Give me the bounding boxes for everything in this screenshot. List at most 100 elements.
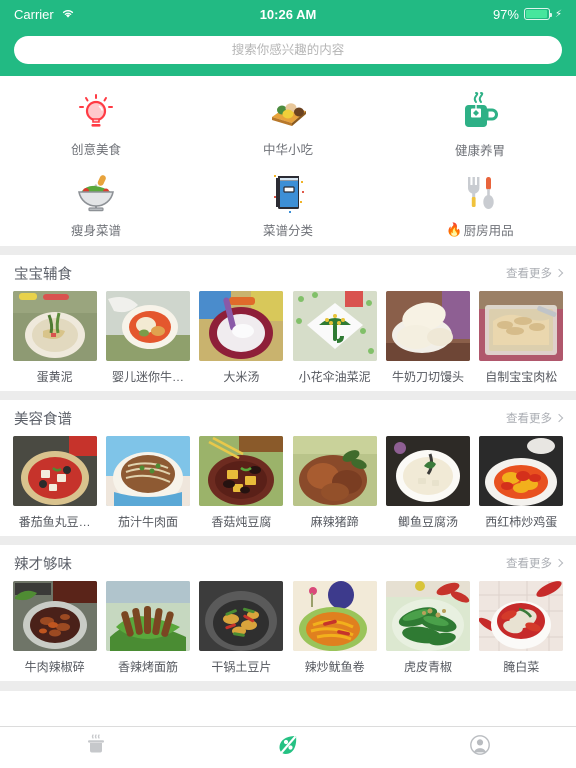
recipe-thumbnail xyxy=(385,291,470,361)
category-creative-food[interactable]: 创意美食 xyxy=(0,82,192,162)
tea-mug-icon xyxy=(460,92,500,134)
recipe-thumbnail xyxy=(292,291,377,361)
recipe-card[interactable]: 牛奶刀切馒头 xyxy=(381,291,474,385)
recipe-thumbnail xyxy=(12,436,97,506)
recipe-thumbnail xyxy=(385,581,470,651)
recipe-card[interactable]: 蛋黄泥 xyxy=(8,291,101,385)
section-header-beauty-recipes: 美容食谱 查看更多 xyxy=(0,400,576,436)
main-content: 创意美食 中华小吃 健康养胃 瘦身菜谱 菜谱分类 🔥 厨房用品 宝宝辅食 查看更… xyxy=(0,76,576,754)
status-bar-time: 10:26 AM xyxy=(259,6,317,22)
dumpling-plate-icon xyxy=(266,92,310,133)
recipe-thumbnail xyxy=(105,436,190,506)
wifi-icon xyxy=(61,7,75,22)
category-label-text: 厨房用品 xyxy=(463,224,514,238)
category-grid: 创意美食 中华小吃 健康养胃 瘦身菜谱 菜谱分类 🔥 厨房用品 xyxy=(0,76,576,246)
category-label: 🔥 厨房用品 xyxy=(446,220,513,239)
recipe-card[interactable]: 自制宝宝肉松 xyxy=(475,291,568,385)
recipe-card[interactable]: 茄汁牛肉面 xyxy=(101,436,194,530)
recipe-thumbnail xyxy=(292,581,377,651)
battery-percent-label: 97% xyxy=(492,6,519,22)
lightbulb-icon xyxy=(77,92,115,133)
category-diet-recipes[interactable]: 瘦身菜谱 xyxy=(0,162,192,242)
recipe-label: 大米汤 xyxy=(223,370,260,384)
view-more-button[interactable]: 查看更多 xyxy=(506,410,564,426)
search-input[interactable] xyxy=(14,43,562,57)
recipe-card[interactable]: 干锅土豆片 xyxy=(195,581,288,675)
recipe-card[interactable]: 番茄鱼丸豆… xyxy=(8,436,101,530)
recipe-thumbnail xyxy=(479,581,564,651)
section-title: 宝宝辅食 xyxy=(14,266,72,283)
recipe-card[interactable]: 麻辣猪蹄 xyxy=(288,436,381,530)
status-bar: Carrier 10:26 AM 97% ⚡ xyxy=(0,0,576,28)
recipe-label: 香菇炖豆腐 xyxy=(211,515,272,529)
recipe-card[interactable]: 牛肉辣椒碎 xyxy=(8,581,101,675)
category-kitchen-supplies[interactable]: 🔥 厨房用品 xyxy=(384,162,576,242)
bottom-spacer xyxy=(0,681,576,691)
view-more-button[interactable]: 查看更多 xyxy=(506,555,564,571)
carrier-label: Carrier xyxy=(14,6,54,22)
recipe-thumbnail xyxy=(199,436,284,506)
recipe-label: 自制宝宝肉松 xyxy=(485,370,558,384)
recipe-card[interactable]: 香菇炖豆腐 xyxy=(195,436,288,530)
category-label: 菜谱分类 xyxy=(262,224,313,238)
recipe-thumbnail xyxy=(12,291,97,361)
recipe-card[interactable]: 香辣烤面筋 xyxy=(101,581,194,675)
category-label: 创意美食 xyxy=(70,143,121,157)
leaf-icon xyxy=(276,733,300,762)
recipe-thumbnail xyxy=(12,581,97,651)
leaf-tab[interactable] xyxy=(192,727,384,768)
recipe-label: 牛肉辣椒碎 xyxy=(24,660,85,674)
view-more-label: 查看更多 xyxy=(506,558,552,570)
recipe-thumbnail xyxy=(105,291,190,361)
category-label: 健康养胃 xyxy=(454,144,505,158)
category-recipe-categories[interactable]: 菜谱分类 xyxy=(192,162,384,242)
status-bar-left: Carrier xyxy=(14,7,75,22)
recipe-row-baby-food: 蛋黄泥 婴儿迷你牛… 大米汤 小花伞油菜泥 牛奶刀切馒头 自制宝宝肉松 xyxy=(0,291,576,391)
recipe-card[interactable]: 婴儿迷你牛… xyxy=(101,291,194,385)
recipe-thumbnail xyxy=(105,581,190,651)
recipe-thumbnail xyxy=(199,581,284,651)
recipe-card[interactable]: 小花伞油菜泥 xyxy=(288,291,381,385)
recipe-label: 香辣烤面筋 xyxy=(117,660,178,674)
recipe-label: 婴儿迷你牛… xyxy=(111,370,184,384)
chevron-right-icon xyxy=(554,268,564,278)
recipe-thumbnail xyxy=(479,291,564,361)
fork-spoon-icon xyxy=(460,172,500,214)
section-divider xyxy=(0,246,576,255)
battery-icon xyxy=(523,8,553,20)
recipe-card[interactable]: 辣炒鱿鱼卷 xyxy=(288,581,381,675)
section-header-baby-food: 宝宝辅食 查看更多 xyxy=(0,255,576,291)
recipe-label: 西红柿炒鸡蛋 xyxy=(485,515,558,529)
search-header xyxy=(0,28,576,76)
recipe-label: 鲫鱼豆腐汤 xyxy=(397,515,458,529)
view-more-button[interactable]: 查看更多 xyxy=(506,265,564,281)
recipe-thumbnail xyxy=(199,291,284,361)
category-chinese-snacks[interactable]: 中华小吃 xyxy=(192,82,384,162)
pot-tab[interactable] xyxy=(0,727,192,768)
recipe-row-spicy: 牛肉辣椒碎 香辣烤面筋 干锅土豆片 辣炒鱿鱼卷 虎皮青椒 腌白菜 xyxy=(0,581,576,681)
recipe-label: 牛奶刀切馒头 xyxy=(391,370,464,384)
category-label: 中华小吃 xyxy=(262,143,313,157)
recipe-label: 干锅土豆片 xyxy=(211,660,272,674)
recipe-label: 虎皮青椒 xyxy=(403,660,452,674)
chevron-right-icon xyxy=(554,558,564,568)
profile-tab[interactable] xyxy=(384,727,576,768)
section-divider xyxy=(0,536,576,545)
recipe-card[interactable]: 鲫鱼豆腐汤 xyxy=(381,436,474,530)
view-more-label: 查看更多 xyxy=(506,413,552,425)
recipe-card[interactable]: 大米汤 xyxy=(195,291,288,385)
section-title: 辣才够味 xyxy=(14,556,72,573)
recipe-thumbnail xyxy=(479,436,564,506)
recipe-label: 番茄鱼丸豆… xyxy=(18,515,91,529)
recipe-thumbnail xyxy=(292,436,377,506)
recipe-card[interactable]: 西红柿炒鸡蛋 xyxy=(475,436,568,530)
recipe-label: 麻辣猪蹄 xyxy=(310,515,359,529)
section-title: 美容食谱 xyxy=(14,411,72,428)
person-icon xyxy=(469,734,491,761)
category-healthy-stomach[interactable]: 健康养胃 xyxy=(384,82,576,162)
recipe-card[interactable]: 虎皮青椒 xyxy=(381,581,474,675)
recipe-card[interactable]: 腌白菜 xyxy=(475,581,568,675)
search-bar[interactable] xyxy=(14,36,562,64)
lightning-bolt-icon: ⚡ xyxy=(554,8,562,20)
recipe-thumbnail xyxy=(385,436,470,506)
